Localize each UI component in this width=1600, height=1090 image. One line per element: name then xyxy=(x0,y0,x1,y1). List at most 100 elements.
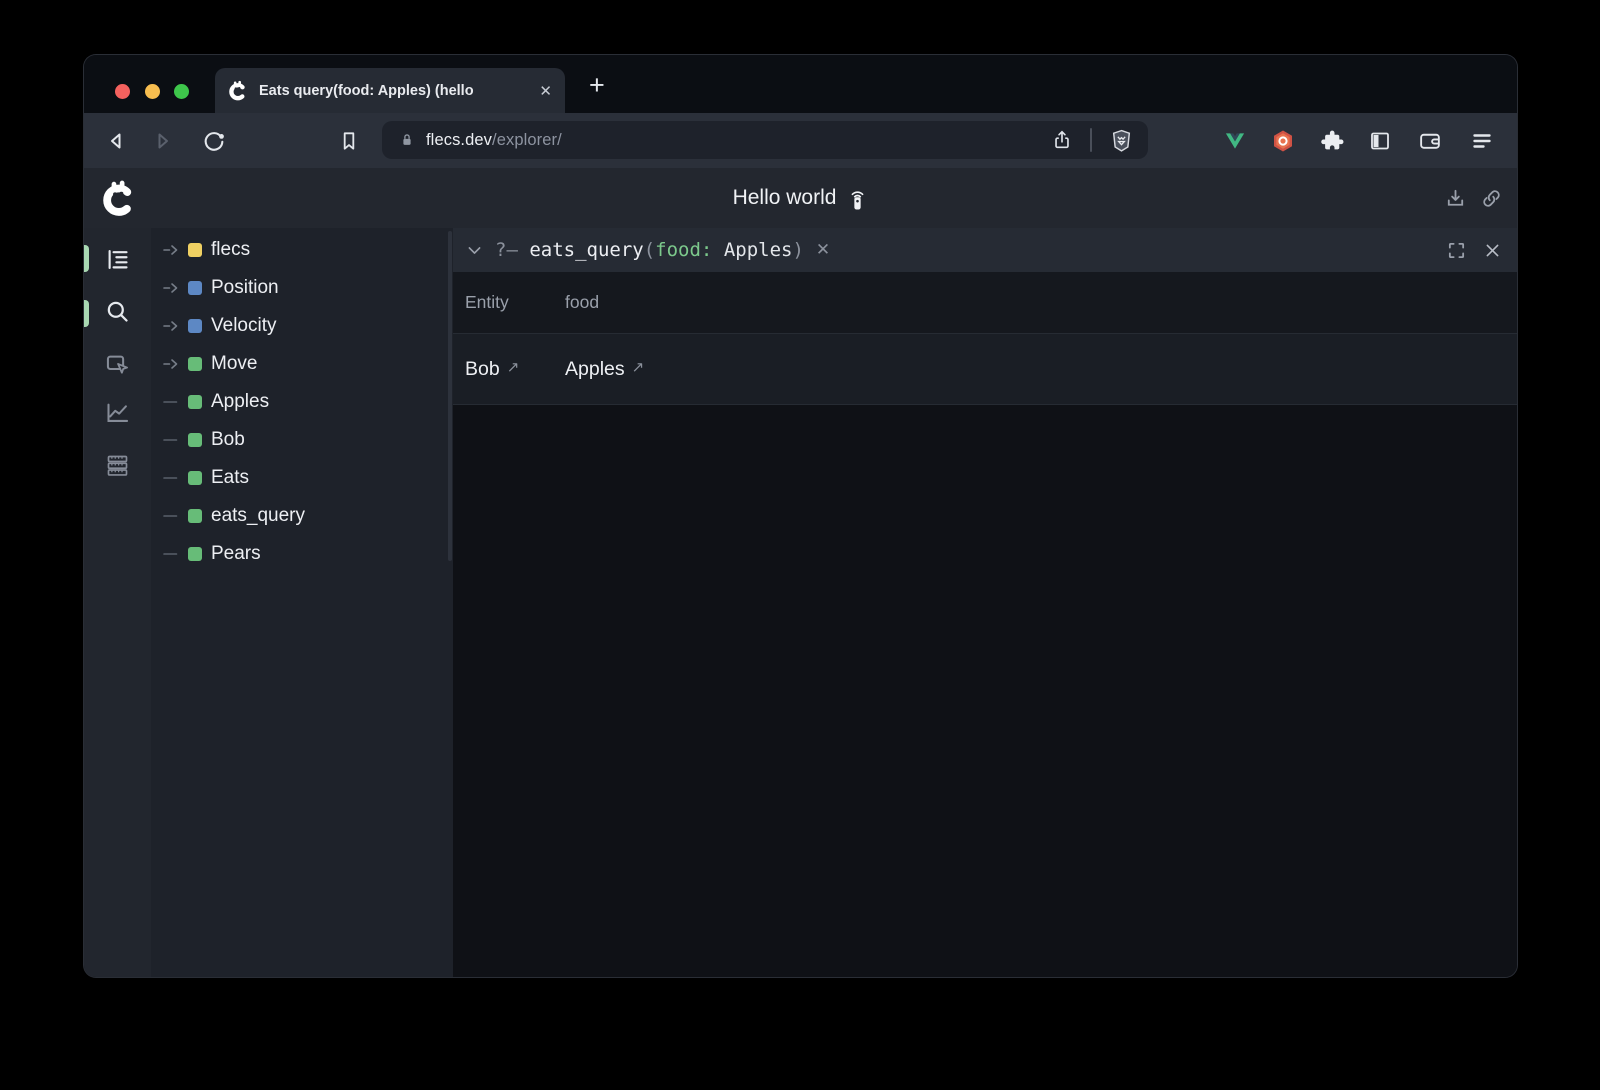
expand-arrow-icon[interactable] xyxy=(163,280,179,296)
entity-color-swatch xyxy=(188,357,202,371)
results-table-header: Entity food xyxy=(453,272,1517,334)
share-link-button[interactable] xyxy=(1480,187,1503,210)
tab-close-button[interactable]: ✕ xyxy=(539,82,552,100)
close-window-button[interactable] xyxy=(115,84,130,99)
tree-item-eats-query[interactable]: eats_query xyxy=(151,497,453,535)
query-param: food: xyxy=(655,239,712,261)
collapse-chevron-icon[interactable] xyxy=(466,242,483,259)
leaf-dash-icon xyxy=(163,394,179,410)
entity-color-swatch xyxy=(188,281,202,295)
stats-chart-icon[interactable] xyxy=(104,399,131,426)
tree-item-position[interactable]: Position xyxy=(151,269,453,307)
forward-button[interactable] xyxy=(150,129,174,153)
url-bar[interactable]: flecs.dev/explorer/ xyxy=(382,121,1148,159)
tree-item-label: flecs xyxy=(211,239,250,261)
url-text: flecs.dev/explorer/ xyxy=(426,131,562,150)
expand-arrow-icon[interactable] xyxy=(163,242,179,258)
flecs-favicon-icon xyxy=(228,80,249,101)
reload-button[interactable] xyxy=(202,128,227,153)
entity-color-swatch xyxy=(188,395,202,409)
app-body: flecs Position Velocity Move Apples xyxy=(84,228,1517,977)
remote-connection-icon[interactable] xyxy=(847,186,868,211)
column-header-entity: Entity xyxy=(465,292,565,313)
tree-scrollbar[interactable] xyxy=(448,231,452,561)
entity-color-swatch xyxy=(188,243,202,257)
leaf-dash-icon xyxy=(163,546,179,562)
tab-bar: Eats query(food: Apples) (hello ✕ + xyxy=(84,55,1517,113)
tree-item-label: Move xyxy=(211,353,257,375)
browser-window: Eats query(food: Apples) (hello ✕ + flec… xyxy=(84,55,1517,977)
systems-ruler-icon[interactable] xyxy=(104,452,131,479)
leaf-dash-icon xyxy=(163,508,179,524)
entity-color-swatch xyxy=(188,509,202,523)
entity-cell-label: Bob xyxy=(465,358,500,380)
tree-item-label: Eats xyxy=(211,467,249,489)
query-name: eats_query xyxy=(529,239,643,261)
close-panel-icon[interactable] xyxy=(1484,242,1501,259)
query-prompt: ?– xyxy=(495,239,529,261)
tree-item-label: Position xyxy=(211,277,279,299)
lock-icon xyxy=(398,131,416,149)
tree-item-label: Velocity xyxy=(211,315,276,337)
tree-item-label: Bob xyxy=(211,429,245,451)
query-paren-close: ) xyxy=(792,239,803,261)
tree-item-move[interactable]: Move xyxy=(151,345,453,383)
app-header: Hello world xyxy=(84,168,1517,228)
tree-item-flecs[interactable]: flecs xyxy=(151,231,453,269)
entity-color-swatch xyxy=(188,471,202,485)
tree-item-label: eats_query xyxy=(211,505,305,527)
inspect-cursor-icon[interactable] xyxy=(104,351,131,378)
search-icon[interactable] xyxy=(104,298,131,325)
tree-item-apples[interactable]: Apples xyxy=(151,383,453,421)
tree-panel-active-indicator xyxy=(84,245,89,272)
tree-item-pears[interactable]: Pears xyxy=(151,535,453,573)
food-link-icon[interactable]: ↗ xyxy=(632,358,645,376)
hexagon-extension-button[interactable] xyxy=(1271,129,1295,153)
tree-item-label: Pears xyxy=(211,543,261,565)
entity-color-swatch xyxy=(188,433,202,447)
query-expression[interactable]: ?– eats_query(food: Apples) xyxy=(495,239,804,261)
browser-menu-button[interactable] xyxy=(1470,129,1494,153)
world-title: Hello world xyxy=(84,168,1517,228)
fullscreen-icon[interactable] xyxy=(1447,241,1466,260)
food-cell-label: Apples xyxy=(565,358,625,380)
query-paren-open: ( xyxy=(644,239,655,261)
tree-item-eats[interactable]: Eats xyxy=(151,459,453,497)
entity-color-swatch xyxy=(188,547,202,561)
share-button[interactable] xyxy=(1051,129,1073,151)
entity-link-icon[interactable]: ↗ xyxy=(507,358,520,376)
results-table-row[interactable]: Bob ↗ Apples ↗ xyxy=(453,334,1517,405)
sidebar-toggle-button[interactable] xyxy=(1368,129,1392,153)
new-tab-button[interactable]: + xyxy=(589,70,605,101)
tab-title: Eats query(food: Apples) (hello xyxy=(259,83,529,99)
extensions-puzzle-button[interactable] xyxy=(1320,128,1345,153)
expand-arrow-icon[interactable] xyxy=(163,318,179,334)
query-arg: Apples xyxy=(712,239,792,261)
query-results-panel: ?– eats_query(food: Apples) ✕ Entity foo… xyxy=(453,228,1517,977)
back-button[interactable] xyxy=(105,129,129,153)
leaf-dash-icon xyxy=(163,432,179,448)
browser-toolbar: flecs.dev/explorer/ xyxy=(84,113,1517,168)
query-clear-button[interactable]: ✕ xyxy=(816,240,830,260)
zoom-window-button[interactable] xyxy=(174,84,189,99)
column-header-food: food xyxy=(565,292,1517,313)
bookmark-button[interactable] xyxy=(338,129,361,152)
entity-tree-icon[interactable] xyxy=(104,246,131,273)
url-host: flecs.dev xyxy=(426,131,492,149)
entity-color-swatch xyxy=(188,319,202,333)
tree-item-bob[interactable]: Bob xyxy=(151,421,453,459)
food-cell[interactable]: Apples ↗ xyxy=(565,358,1517,381)
browser-tab[interactable]: Eats query(food: Apples) (hello ✕ xyxy=(215,68,565,113)
tree-item-label: Apples xyxy=(211,391,269,413)
wallet-button[interactable] xyxy=(1418,128,1443,153)
expand-arrow-icon[interactable] xyxy=(163,356,179,372)
vue-devtools-extension-button[interactable] xyxy=(1224,129,1247,152)
tree-item-velocity[interactable]: Velocity xyxy=(151,307,453,345)
brave-shield-button[interactable] xyxy=(1109,128,1134,153)
toolbar-divider xyxy=(1090,128,1092,152)
minimize-window-button[interactable] xyxy=(145,84,160,99)
query-panel-active-indicator xyxy=(84,300,89,327)
download-button[interactable] xyxy=(1444,187,1467,210)
url-path: /explorer/ xyxy=(492,131,562,149)
entity-cell[interactable]: Bob ↗ xyxy=(465,358,565,381)
